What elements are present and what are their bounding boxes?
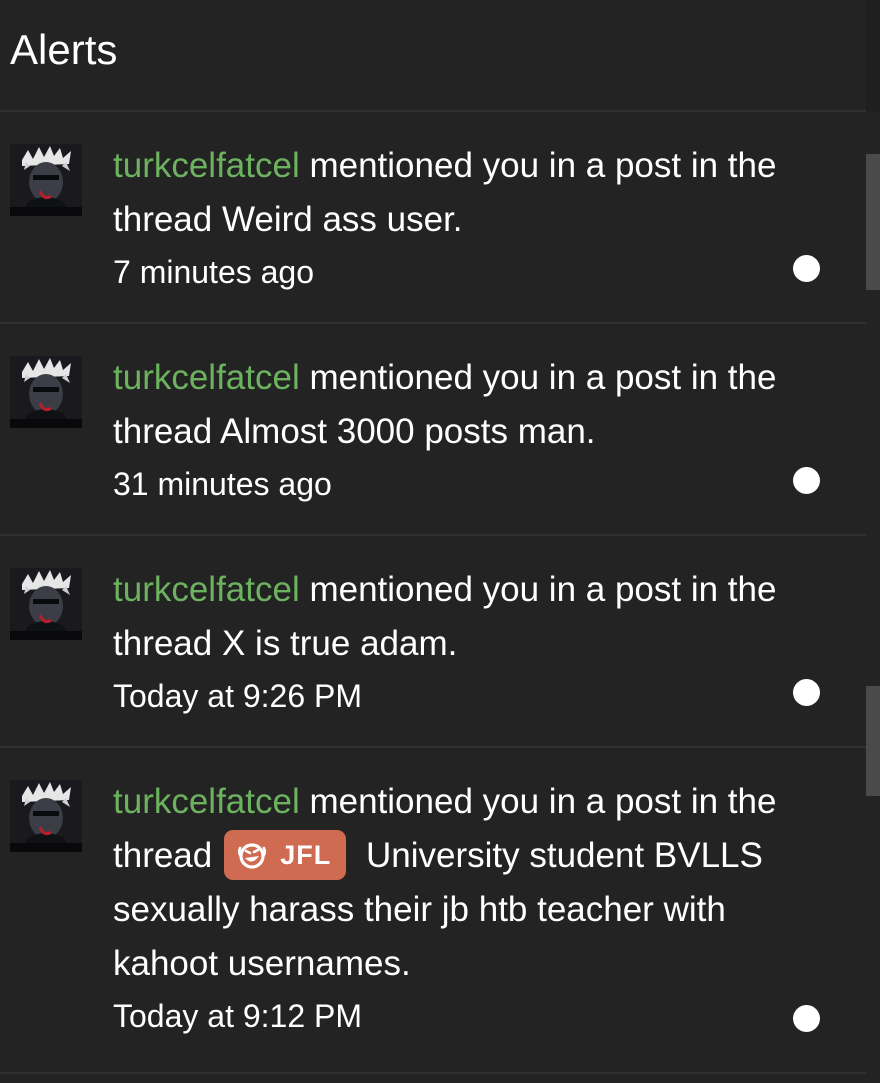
avatar-image (10, 780, 82, 852)
alert-username-link[interactable]: turkcelfatcel (113, 358, 300, 397)
alert-username-link[interactable]: turkcelfatcel (113, 570, 300, 609)
alert-thread-link[interactable]: X is true adam. (222, 624, 457, 663)
avatar-image (10, 568, 82, 640)
alert-thread-link[interactable]: Weird ass user. (222, 200, 463, 239)
user-avatar[interactable] (10, 356, 82, 428)
alert-item[interactable]: turkcelfatcel mentioned you in a post in… (0, 748, 880, 1074)
thread-prefix-badge: JFL (224, 829, 347, 880)
alert-text: turkcelfatcel mentioned you in a post in… (113, 139, 813, 297)
alert-item[interactable]: turkcelfatcel mentioned you in a post in… (0, 536, 880, 748)
unread-dot-icon[interactable] (793, 1005, 820, 1032)
alert-item[interactable]: turkcelfatcel mentioned you in a post in… (0, 324, 880, 536)
scrollbar-top-edge (866, 0, 880, 112)
user-avatar[interactable] (10, 568, 82, 640)
alert-item[interactable]: turkcelfatcel mentioned you in a post in… (0, 112, 880, 324)
unread-dot-icon[interactable] (793, 467, 820, 494)
alert-text: turkcelfatcel mentioned you in a post in… (113, 351, 813, 509)
page-title: Alerts (10, 26, 118, 73)
alert-username-link[interactable]: turkcelfatcel (113, 146, 300, 185)
alert-timestamp: 7 minutes ago (113, 254, 315, 290)
avatar-image (10, 356, 82, 428)
alert-text: turkcelfatcel mentioned you in a post in… (113, 563, 813, 721)
alert-username-link[interactable]: turkcelfatcel (113, 782, 300, 821)
user-avatar[interactable] (10, 144, 82, 216)
scrollbar-thumb-lower[interactable] (866, 686, 880, 796)
unread-dot-icon[interactable] (793, 255, 820, 282)
scrollbar-thumb-top[interactable] (866, 154, 880, 290)
scrollbar-track[interactable] (866, 112, 880, 1083)
alert-list: turkcelfatcel mentioned you in a post in… (0, 112, 880, 1074)
unread-dot-icon[interactable] (793, 679, 820, 706)
alert-thread-link[interactable]: Almost 3000 posts man. (220, 412, 595, 451)
laughing-emoji-icon (238, 843, 267, 869)
avatar-image (10, 144, 82, 216)
alert-timestamp: Today at 9:12 PM (113, 998, 363, 1034)
alert-text: turkcelfatcel mentioned you in a post in… (113, 775, 813, 1041)
alert-timestamp: Today at 9:26 PM (113, 678, 363, 714)
alerts-header: Alerts (0, 0, 880, 112)
thread-prefix-label: JFL (280, 839, 332, 870)
user-avatar[interactable] (10, 780, 82, 852)
alert-timestamp: 31 minutes ago (113, 466, 332, 502)
